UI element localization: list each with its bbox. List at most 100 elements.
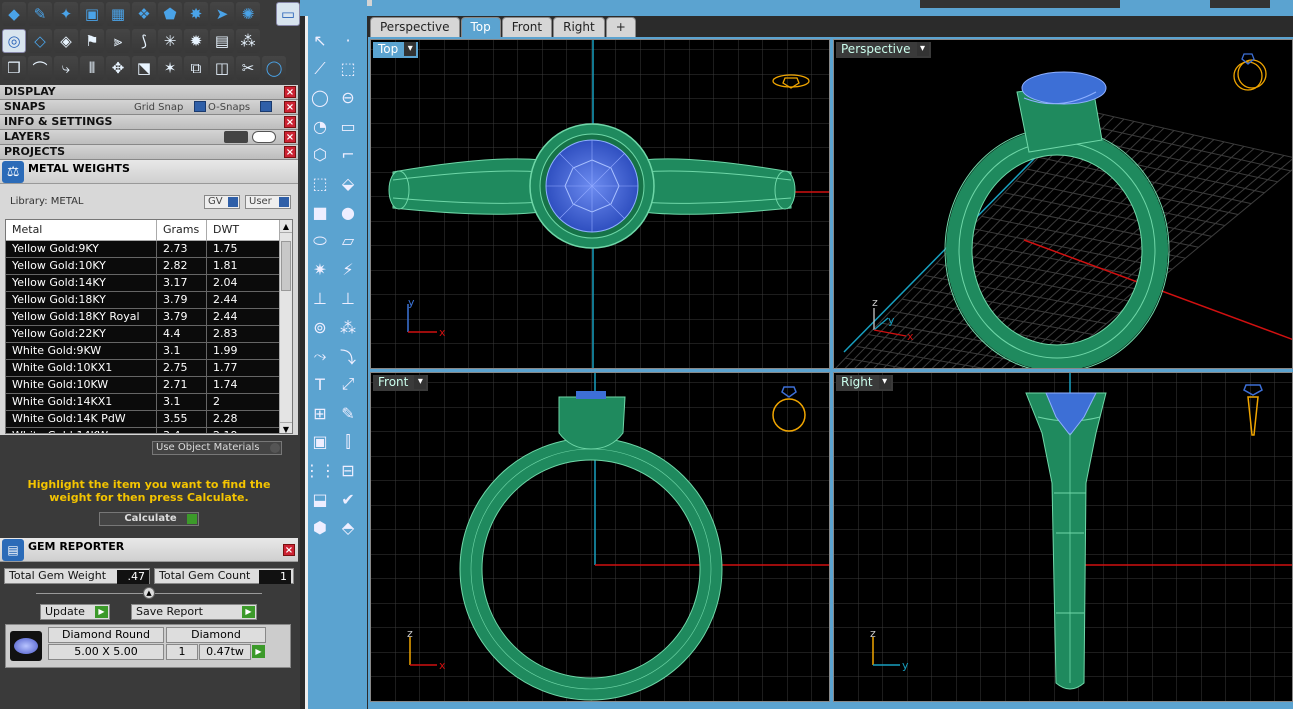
lightning-icon[interactable]: ⚡ [336, 258, 360, 282]
close-icon[interactable]: × [284, 116, 296, 128]
use-object-materials-button[interactable]: Use Object Materials [152, 441, 282, 455]
table-row[interactable]: White Gold:14KW3.42.19 [6, 428, 292, 433]
cluster-icon[interactable]: ⁂ [336, 315, 360, 339]
viewport-front[interactable]: z x Front [370, 372, 830, 702]
project-icon[interactable]: ⊥ [308, 286, 332, 310]
layer-shade-icon[interactable] [224, 131, 248, 143]
move-icon[interactable]: ✥ [106, 56, 130, 80]
gem-cut-icon[interactable]: ◈ [54, 29, 78, 53]
gv-button[interactable]: GV [204, 195, 240, 209]
molecule-icon[interactable]: ⁂ [236, 29, 260, 53]
dotted-gear-icon[interactable]: ✹ [184, 29, 208, 53]
cube-stack-icon[interactable]: ❒ [2, 56, 26, 80]
table-row[interactable]: Yellow Gold:22KY 4.4 2.83 [6, 326, 292, 343]
close-icon[interactable]: × [283, 544, 295, 556]
offset-curve-icon[interactable]: ⤳ [308, 344, 332, 368]
projects-panel-header[interactable]: PROJECTS × [0, 145, 298, 160]
control-points-icon[interactable]: ⬚ [336, 57, 360, 81]
split-view-icon[interactable]: ◫ [210, 56, 234, 80]
diamond-icon[interactable]: ◇ [28, 29, 52, 53]
osnaps-indicator[interactable] [260, 101, 272, 112]
torus-icon[interactable]: ◎ [2, 29, 26, 53]
save-report-button[interactable]: Save Report ▶ [131, 604, 257, 620]
table-row[interactable]: White Gold:9KW 3.1 1.99 [6, 343, 292, 360]
text-tool-icon[interactable]: T [308, 372, 332, 396]
viewport-perspective[interactable]: z y x Perspective [833, 39, 1293, 369]
snapshot-icon[interactable]: ▣ [80, 2, 104, 26]
snaps-panel-header[interactable]: SNAPS Grid Snap O-Snaps × [0, 100, 298, 115]
table-row[interactable]: White Gold:14K PdW 3.55 2.28 [6, 411, 292, 428]
brush-icon[interactable]: ◆ [2, 2, 26, 26]
extrude-icon[interactable]: ⬙ [336, 172, 360, 196]
ellipse-icon[interactable]: ⊖ [336, 85, 360, 109]
viewport-label-front[interactable]: Front [373, 375, 429, 391]
burst-icon[interactable]: ✳ [158, 29, 182, 53]
table-row[interactable]: Yellow Gold:14KY 3.17 2.04 [6, 275, 292, 292]
calculate-button[interactable]: Calculate [99, 512, 199, 526]
gear-tool-icon[interactable]: ✷ [308, 258, 332, 282]
viewport-top[interactable]: y x Top [370, 39, 830, 369]
paint-icon[interactable]: ⬘ [336, 516, 360, 540]
splitter-handle[interactable]: ▲ [143, 587, 155, 599]
column-header-grams[interactable]: Grams [156, 220, 206, 240]
table-scrollbar[interactable]: ▲ ▼ [279, 220, 292, 433]
column-header-dwt[interactable]: DWT [206, 220, 276, 240]
arc-icon[interactable]: ⌒ [28, 56, 52, 80]
shield-icon[interactable]: ⬟ [158, 2, 182, 26]
sphere-icon[interactable]: ● [336, 200, 360, 224]
viewport-label-perspective[interactable]: Perspective [836, 42, 931, 58]
user-button[interactable]: User [245, 195, 291, 209]
gear-wheel-icon[interactable]: ✺ [236, 2, 260, 26]
update-button[interactable]: Update ▶ [40, 604, 110, 620]
bolt-icon[interactable]: ➤ [210, 2, 234, 26]
column-header-metal[interactable]: Metal [6, 220, 156, 240]
eye-icon[interactable] [252, 131, 276, 143]
circle-icon[interactable]: ◯ [308, 85, 332, 109]
box-icon[interactable]: ■ [308, 200, 332, 224]
display-panel-header[interactable]: DISPLAY × [0, 85, 298, 100]
close-icon[interactable]: × [284, 86, 296, 98]
flag-icon[interactable]: ⚑ [80, 29, 104, 53]
osnaps-toggle[interactable]: O-Snaps [208, 101, 250, 115]
select-arrow-icon[interactable]: ↖ [308, 28, 332, 52]
fillet-icon[interactable]: ⌐ [336, 143, 360, 167]
curve-edit-icon[interactable]: ⤷ [54, 56, 78, 80]
split-icon[interactable]: ⫸ [106, 29, 130, 53]
table-row[interactable]: Yellow Gold:9KY 2.73 1.75 [6, 241, 292, 258]
close-icon[interactable]: × [284, 101, 296, 113]
table-row[interactable]: Yellow Gold:10KY 2.82 1.81 [6, 258, 292, 275]
table-row[interactable]: White Gold:10KX1 2.75 1.77 [6, 360, 292, 377]
table-row[interactable]: White Gold:10KW 2.71 1.74 [6, 377, 292, 394]
table-row[interactable]: Yellow Gold:18KY Royal 3.79 2.44 [6, 309, 292, 326]
tab-top[interactable]: Top [460, 17, 501, 37]
tab-front[interactable]: Front [501, 17, 553, 37]
boolean-icon[interactable]: ⊚ [308, 315, 332, 339]
add-tab-button[interactable]: + [605, 17, 636, 37]
grid-array-icon[interactable]: ⋮⋮ [304, 459, 336, 483]
arc-tool-icon[interactable]: ◔ [308, 114, 332, 138]
window-icon[interactable]: ▭ [276, 2, 300, 26]
viewport-label-top[interactable]: Top [373, 42, 419, 58]
scatter-icon[interactable]: ❖ [132, 2, 156, 26]
rectangle-icon[interactable]: ▭ [336, 114, 360, 138]
grid-snap-indicator[interactable] [194, 101, 206, 112]
skew-icon[interactable]: ⬓ [308, 487, 332, 511]
pen-icon[interactable]: ✎ [28, 2, 52, 26]
mirror-icon[interactable]: ⫴ [80, 56, 104, 80]
compare-icon[interactable]: ⧉ [184, 56, 208, 80]
surface-points-icon[interactable]: ⬚ [308, 172, 332, 196]
info-settings-panel-header[interactable]: INFO & SETTINGS × [0, 115, 298, 130]
play-icon[interactable]: ▶ [252, 645, 265, 658]
cube-select-icon[interactable]: ▣ [308, 430, 332, 454]
cylinder-icon[interactable]: ⬭ [308, 229, 332, 253]
map-icon[interactable]: ▤ [210, 29, 234, 53]
edit-tool-icon[interactable]: ✎ [336, 401, 360, 425]
magic-wand-icon[interactable]: ✦ [54, 2, 78, 26]
close-icon[interactable]: × [284, 146, 296, 158]
checkmark-icon[interactable]: ✔ [336, 487, 360, 511]
star-icon[interactable]: ✸ [184, 2, 208, 26]
table-row[interactable]: Yellow Gold:18KY 3.79 2.44 [6, 292, 292, 309]
pattern-icon[interactable]: ⊟ [336, 459, 360, 483]
gem-rail-icon[interactable]: ⫿ [336, 430, 360, 454]
polygon-icon[interactable]: ⬡ [308, 143, 332, 167]
